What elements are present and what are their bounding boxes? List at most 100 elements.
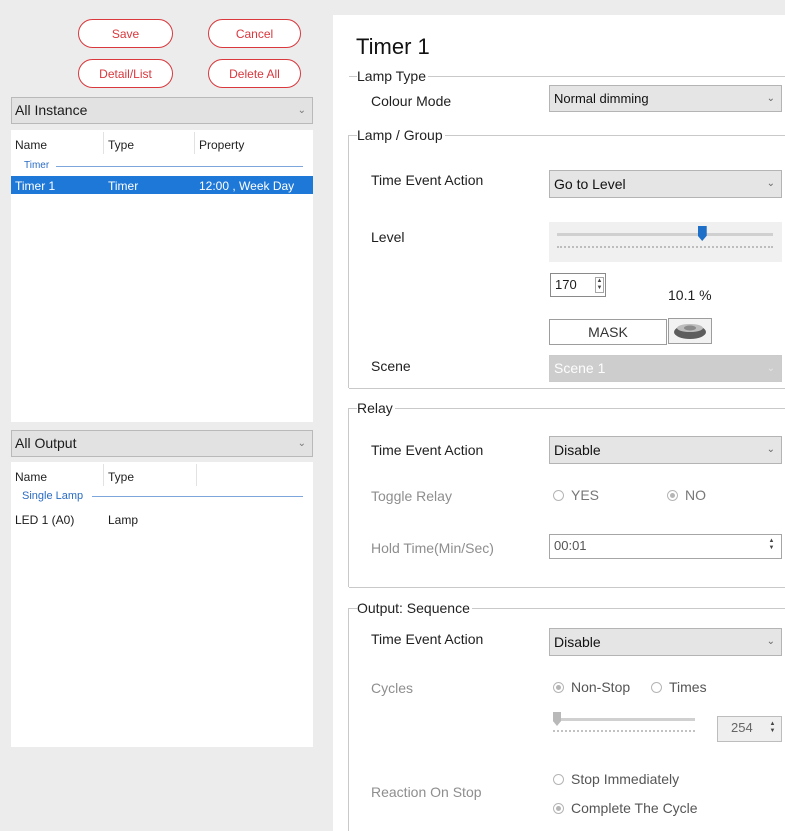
radio-no-label: NO [685,487,706,503]
output-filter-value: All Output [15,435,77,451]
chevron-down-icon: ⌄ [766,636,775,647]
toggle-relay-label: Toggle Relay [371,488,452,504]
instance-filter-select[interactable]: All Instance ⌄ [11,97,313,124]
radio-times-circle [651,681,662,693]
scene-select[interactable]: Scene 1 ⌄ [549,355,782,382]
chevron-down-icon: ⌄ [766,444,775,455]
radio-yes-label: YES [571,487,600,503]
lamp-action-value: Go to Level [554,176,626,192]
column-divider [194,132,195,154]
slider-thumb[interactable] [697,226,707,241]
section-relay: Relay [357,400,395,416]
sequence-action-label: Time Event Action [371,631,484,647]
slider-thumb[interactable] [553,712,561,726]
output-filter-select[interactable]: All Output ⌄ [11,430,313,457]
group-divider [56,166,303,167]
stepper-arrows-icon[interactable]: ▲ ▼ [767,538,776,554]
radio-no[interactable]: NO [667,487,706,503]
slider-ticks [553,730,695,732]
times-value: 254 [731,720,753,735]
chevron-down-icon: ⌄ [766,93,775,104]
row-type: Timer [108,179,139,193]
hold-time-input[interactable]: 00:01 ▲ ▼ [549,534,782,559]
scene-label: Scene [371,358,411,374]
level-label: Level [371,229,405,245]
chevron-down-icon: ⌄ [297,438,306,449]
row-property: 12:00 , Week Day [199,179,295,193]
radio-yes[interactable]: YES [553,487,599,503]
slider-track [553,718,695,721]
stepper-arrows-icon[interactable]: ▲ ▼ [595,277,604,293]
radio-non-stop[interactable]: Non-Stop [553,679,630,695]
stepper-arrows-icon[interactable]: ▲ ▼ [768,721,777,737]
column-header-type[interactable]: Type [108,138,134,152]
save-button[interactable]: Save [78,19,173,48]
colour-mode-value: Normal dimming [554,91,649,106]
instance-filter-value: All Instance [15,102,88,118]
instance-list[interactable] [11,130,313,422]
relay-action-label: Time Event Action [371,442,484,458]
cycles-label: Cycles [371,680,414,696]
delete-all-button[interactable]: Delete All [208,59,301,88]
slider-ticks [557,246,773,248]
output-list[interactable] [11,462,313,747]
slider-track [557,233,773,236]
radio-non-stop-circle [553,681,564,693]
chevron-down-icon: ⌄ [766,178,775,189]
mask-button[interactable]: MASK [549,319,667,345]
chevron-down-icon: ⌄ [766,363,775,374]
group-divider [92,496,303,497]
sequence-action-value: Disable [554,634,601,650]
eye-icon [674,324,706,339]
column-header-name[interactable]: Name [15,138,47,152]
radio-stop-immediately-label: Stop Immediately [571,771,680,787]
level-value: 170 [555,277,577,292]
lamp-action-select[interactable]: Go to Level ⌄ [549,170,782,198]
column-header-property[interactable]: Property [199,138,244,152]
group-header-timer: Timer [24,160,50,171]
radio-no-circle [667,489,678,501]
detail-list-button[interactable]: Detail/List [78,59,173,88]
sequence-action-select[interactable]: Disable ⌄ [549,628,782,656]
group-border [349,587,785,588]
radio-complete-cycle[interactable]: Complete The Cycle [553,800,698,816]
reaction-on-stop-label: Reaction On Stop [371,784,482,800]
relay-action-value: Disable [554,442,601,458]
column-divider [196,464,197,486]
radio-non-stop-label: Non-Stop [571,679,631,695]
colour-mode-select[interactable]: Normal dimming ⌄ [549,85,782,112]
radio-complete-cycle-circle [553,802,564,814]
column-divider [103,132,104,154]
row-type: Lamp [108,513,139,527]
radio-yes-circle [553,489,564,501]
column-divider [103,464,104,486]
radio-stop-immediately-circle [553,773,564,785]
level-percent: 10.1 % [668,287,712,303]
chevron-down-icon: ⌄ [297,105,306,116]
row-name: Timer 1 [15,179,56,193]
cancel-button[interactable]: Cancel [208,19,301,48]
group-border [348,608,349,831]
lamp-action-label: Time Event Action [371,172,484,188]
group-border [349,408,785,409]
column-header-name[interactable]: Name [15,470,47,484]
level-stepper[interactable]: 170 ▲ ▼ [550,273,606,297]
radio-times-label: Times [669,679,707,695]
radio-stop-immediately[interactable]: Stop Immediately [553,771,679,787]
level-slider[interactable] [549,222,782,262]
hold-time-value: 00:01 [554,538,587,553]
radio-times[interactable]: Times [651,679,707,695]
relay-action-select[interactable]: Disable ⌄ [549,436,782,464]
mask-toggle[interactable] [668,318,712,344]
column-header-type[interactable]: Type [108,470,134,484]
section-output-sequence: Output: Sequence [357,600,472,616]
cycles-slider[interactable] [550,710,700,740]
group-border [349,388,785,389]
page-title: Timer 1 [356,34,430,59]
times-stepper[interactable]: 254 ▲ ▼ [717,716,782,742]
scene-value: Scene 1 [554,360,606,376]
row-name[interactable]: LED 1 (A0) [15,513,74,527]
section-lamp-type: Lamp Type [357,68,429,84]
colour-mode-label: Colour Mode [371,93,452,109]
section-lamp-group: Lamp / Group [357,127,445,143]
